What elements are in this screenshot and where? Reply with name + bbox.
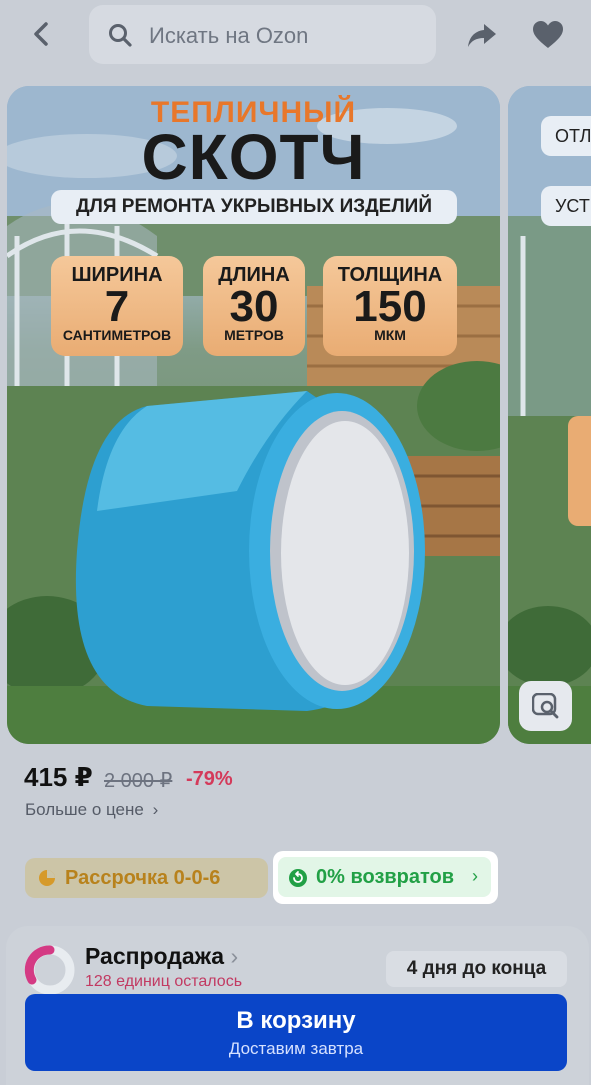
- discount-badge: -79%: [186, 768, 233, 790]
- spec-value: 7: [104, 282, 130, 331]
- old-price: 2 000 ₽: [104, 770, 173, 792]
- overlay-chip: ОТЛ: [541, 116, 591, 156]
- image-search-icon: [532, 693, 559, 719]
- tape-roll-image: [75, 391, 425, 711]
- chevron-right-icon: ›: [152, 800, 159, 819]
- sale-deadline: 4 дня до конца: [386, 951, 567, 987]
- returns-label: 0% возвратов: [316, 866, 455, 888]
- chevron-right-icon: ›: [230, 943, 239, 969]
- current-price: 415 ₽: [24, 762, 93, 792]
- sale-title: Распродажа ›: [85, 943, 238, 970]
- spec-value: 30: [229, 282, 279, 331]
- installment-chip[interactable]: Рассрочка 0-0-6 ›: [25, 858, 281, 898]
- search-input[interactable]: Искать на Ozon: [89, 5, 436, 64]
- add-to-cart-button[interactable]: В корзину Доставим завтра: [25, 994, 567, 1071]
- sale-title-label: Распродажа: [85, 943, 225, 969]
- return-arrow-icon: [289, 869, 307, 887]
- image-search-button[interactable]: [519, 681, 572, 731]
- returns-chip-highlight: 0% возвратов ›: [273, 851, 498, 904]
- sale-ring-icon: [24, 945, 75, 995]
- gallery-slide-main[interactable]: ТЕПЛИЧНЫЙ СКОТЧ ДЛЯ РЕМОНТА УКРЫВНЫХ ИЗД…: [7, 86, 500, 744]
- chevron-right-icon: ›: [472, 866, 478, 886]
- spec-unit: САНТИМЕТРОВ: [62, 327, 172, 343]
- top-bar: Искать на Ozon: [0, 0, 591, 70]
- add-to-cart-label: В корзину: [236, 1007, 356, 1034]
- returns-chip[interactable]: 0% возвратов ›: [278, 857, 491, 897]
- share-icon[interactable]: [466, 20, 498, 50]
- spec-unit: МКМ: [374, 327, 406, 343]
- price-details-link[interactable]: Больше о цене ›: [25, 800, 158, 820]
- search-icon: [109, 24, 132, 47]
- delivery-label: Доставим завтра: [228, 1039, 364, 1058]
- spec-card-thickness: ТОЛЩИНА 150 МКМ: [323, 256, 457, 356]
- banner-title-big: СКОТЧ: [141, 121, 366, 193]
- product-gallery[interactable]: ТЕПЛИЧНЫЙ СКОТЧ ДЛЯ РЕМОНТА УКРЫВНЫХ ИЗД…: [0, 86, 591, 746]
- pie-icon: [39, 870, 55, 886]
- heart-icon[interactable]: [532, 20, 564, 50]
- back-arrow-icon[interactable]: [26, 18, 58, 50]
- installment-label: Рассрочка 0-0-6: [65, 867, 221, 889]
- overlay-chip: УСТ: [541, 186, 591, 226]
- gallery-slide-next[interactable]: ОТЛ УСТ ПР: [508, 86, 591, 744]
- search-placeholder: Искать на Ozon: [149, 23, 309, 48]
- spec-unit: МЕТРОВ: [224, 327, 284, 343]
- price-details-label: Больше о цене: [25, 800, 144, 819]
- spec-card-width: ШИРИНА 7 САНТИМЕТРОВ: [51, 256, 183, 356]
- spec-value: 150: [353, 282, 427, 331]
- spec-card-length: ДЛИНА 30 МЕТРОВ: [203, 256, 305, 356]
- sale-subtitle: 128 единиц осталось: [85, 973, 243, 990]
- greenhouse-background: [508, 86, 591, 744]
- banner-subtitle: ДЛЯ РЕМОНТА УКРЫВНЫХ ИЗДЕЛИЙ: [51, 190, 457, 224]
